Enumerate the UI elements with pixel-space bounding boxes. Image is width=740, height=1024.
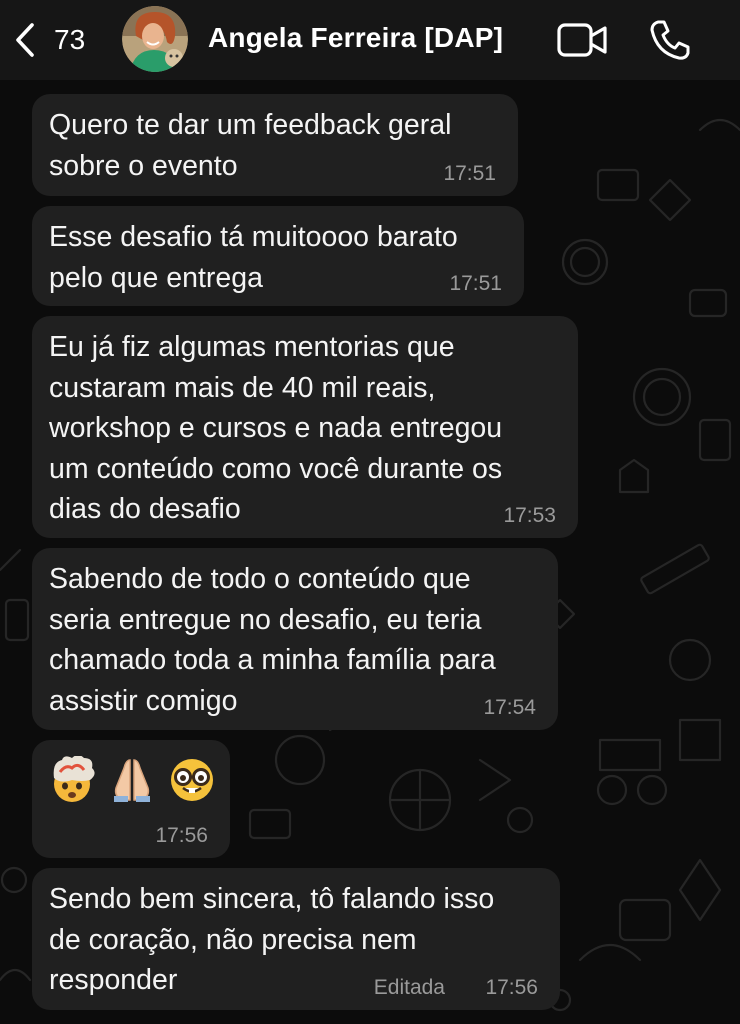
message-time: 17:56 xyxy=(155,824,208,847)
message-time: 17:54 xyxy=(483,696,536,719)
chat-header: 73 Angela Ferreira [DAP] xyxy=(0,0,740,80)
message-bubble[interactable]: Esse desafio tá muitoooo barato pelo que… xyxy=(32,206,524,306)
exploding-head-emoji xyxy=(53,756,95,802)
message-bubble[interactable]: 17:56 xyxy=(32,740,230,858)
video-call-button[interactable] xyxy=(556,20,610,60)
nerd-face-emoji xyxy=(171,759,213,801)
phone-icon xyxy=(650,20,690,60)
message-bubble[interactable]: Eu já fiz algumas mentorias que custaram… xyxy=(32,316,578,538)
message-list: Quero te dar um feedback geral sobre o e… xyxy=(0,80,740,1024)
message-text: Esse desafio tá muitoooo barato pelo que… xyxy=(49,221,458,294)
message-bubble[interactable]: Sabendo de todo o conteúdo que seria ent… xyxy=(32,548,558,730)
chat-screen: 73 Angela Ferreira [DAP] Quero te dar um… xyxy=(0,0,740,1024)
folded-hands-emoji xyxy=(114,759,150,802)
back-button[interactable]: 73 xyxy=(14,18,85,62)
avatar[interactable] xyxy=(122,6,188,72)
message-text: Eu já fiz algumas mentorias que custaram… xyxy=(49,331,503,525)
avatar-image xyxy=(122,6,188,72)
emoji-row xyxy=(48,756,216,804)
message-text: Sabendo de todo o conteúdo que seria ent… xyxy=(49,563,496,717)
unread-count: 73 xyxy=(54,24,86,55)
message-bubble[interactable]: Sendo bem sincera, tô falando isso de co… xyxy=(32,868,560,1010)
video-camera-icon xyxy=(557,23,607,57)
voice-call-button[interactable] xyxy=(648,18,692,62)
message-time: 17:51 xyxy=(443,162,496,185)
message-time: 17:53 xyxy=(503,504,556,527)
message-bubble[interactable]: Quero te dar um feedback geral sobre o e… xyxy=(32,94,518,196)
chevron-left-icon xyxy=(16,23,34,57)
contact-name[interactable]: Angela Ferreira [DAP] xyxy=(208,22,503,54)
message-time: 17:56 xyxy=(485,976,538,999)
message-time: 17:51 xyxy=(449,272,502,295)
message-text: Quero te dar um feedback geral sobre o e… xyxy=(49,109,452,182)
edited-label: Editada xyxy=(373,976,445,999)
